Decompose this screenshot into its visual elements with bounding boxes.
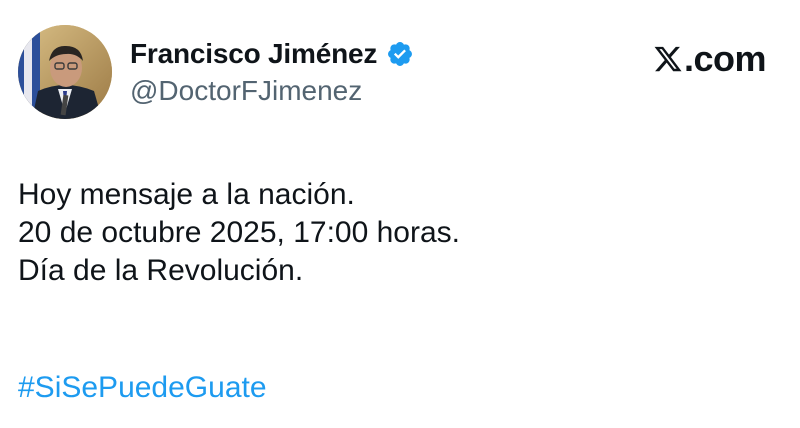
tweet-body: Hoy mensaje a la nación. 20 de octubre 2… xyxy=(18,176,460,290)
author-name-row: Francisco Jiménez xyxy=(130,34,414,74)
x-logo-icon xyxy=(654,46,682,72)
author-display-name[interactable]: Francisco Jiménez xyxy=(130,38,377,70)
avatar[interactable] xyxy=(18,25,112,119)
brand-watermark: .com xyxy=(653,38,767,80)
hashtag-link[interactable]: #SiSePuedeGuate xyxy=(18,369,267,407)
verified-badge-icon xyxy=(388,42,413,66)
brand-domain-text: .com xyxy=(683,38,767,79)
tweet-line: Hoy mensaje a la nación. xyxy=(18,178,355,211)
author-handle[interactable]: @DoctorFJimenez xyxy=(130,75,362,107)
tweet-line: 20 de octubre 2025, 17:00 horas. xyxy=(18,216,461,249)
avatar-photo xyxy=(18,25,112,119)
tweet-line: Día de la Revolución. xyxy=(18,254,304,287)
